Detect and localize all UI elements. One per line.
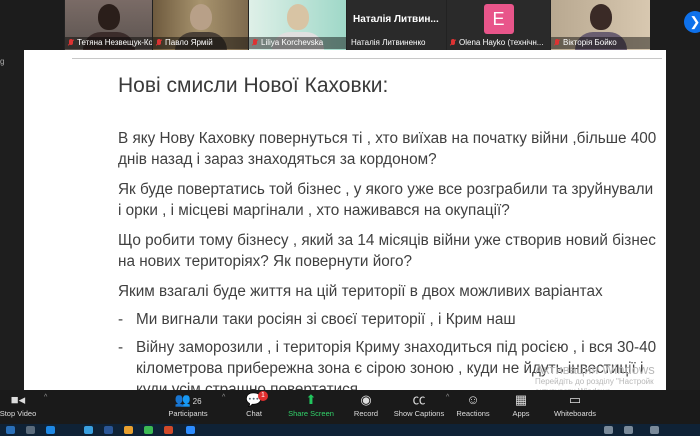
- chat-label: Chat: [246, 409, 262, 418]
- bullet-dash-icon: -: [118, 311, 124, 328]
- meeting-toolbar: ■◂ Stop Video ^ 👥 26 Participants ^ 💬 1 C…: [0, 390, 700, 424]
- participant-tile[interactable]: E Olena Hayko (технічн...: [446, 0, 550, 50]
- slide-bullet: - Ми вигнали таки росіян зі своєї терито…: [118, 309, 658, 330]
- mic-muted-icon: [450, 39, 456, 47]
- stop-video-button[interactable]: ■◂ Stop Video: [0, 392, 50, 419]
- tray-icon[interactable]: [604, 426, 613, 434]
- search-icon[interactable]: [26, 426, 35, 434]
- slide-paragraph: В яку Нову Каховку повернуться ті , хто …: [118, 130, 657, 168]
- person-head: [286, 4, 309, 30]
- tray-icon[interactable]: [624, 426, 633, 434]
- video-camera-icon: ■◂: [10, 392, 26, 407]
- zoom-icon[interactable]: [186, 426, 195, 434]
- participant-name: Вікторія Бойко: [551, 37, 650, 49]
- participants-label: Participants: [168, 409, 208, 418]
- chevron-up-icon[interactable]: ^: [44, 394, 47, 401]
- bullet-text: Ми вигнали таки росіян зі своєї територі…: [136, 311, 516, 328]
- participant-name: Павло Ярмій: [153, 37, 248, 49]
- person-head: [97, 4, 120, 30]
- chat-bubble-icon: 💬: [245, 392, 263, 407]
- watermark-line: Перейдіть до розділу "Настройк: [535, 377, 654, 386]
- whiteboards-button[interactable]: ▭ Whiteboards: [543, 392, 607, 419]
- participant-name: Наталія Литвиненко: [351, 38, 426, 47]
- shared-screen-area: g Нові смисли Нової Каховки: В яку Нову …: [0, 50, 700, 398]
- slide-paragraph: Що робити тому бізнесу , який за 14 міся…: [118, 232, 656, 270]
- avatar: E: [483, 4, 514, 34]
- participants-button[interactable]: 👥 26 Participants: [156, 392, 220, 419]
- app-icon[interactable]: [84, 426, 93, 434]
- slide-paragraph: Як буде повертатись той бізнес , у якого…: [118, 181, 654, 219]
- mic-muted-icon: [68, 39, 74, 47]
- side-mark: g: [0, 57, 5, 66]
- slide-paragraph: Яким взагалі буде життя на цій території…: [118, 283, 603, 300]
- app-icon[interactable]: [164, 426, 173, 434]
- word-icon[interactable]: [104, 426, 113, 434]
- next-page-button[interactable]: ❯: [684, 11, 700, 33]
- participant-name: Liliya Korchevska: [249, 37, 346, 49]
- chrome-icon[interactable]: [144, 426, 153, 434]
- watermark-title: Активация Windows: [535, 362, 655, 377]
- mic-muted-icon: [156, 39, 162, 47]
- whiteboard-icon: ▭: [568, 392, 582, 407]
- slide-divider: [72, 58, 662, 59]
- participant-tile[interactable]: Вікторія Бойко: [550, 0, 650, 50]
- participant-tile[interactable]: Наталія Литвин... Наталія Литвиненко: [346, 0, 446, 50]
- participant-name: Тетяна Незвещук-Ко...: [65, 37, 152, 49]
- mic-muted-icon: [252, 39, 258, 47]
- windows-start-icon[interactable]: [6, 426, 15, 434]
- participant-count: 26: [192, 397, 202, 406]
- person-head: [589, 4, 612, 30]
- participant-strip: Тетяна Незвещук-Ко... Павло Ярмій Liliya…: [0, 0, 700, 50]
- person-head: [189, 4, 212, 30]
- participant-display-name: Наталія Литвин...: [353, 14, 439, 25]
- participant-name: Olena Hayko (технічн...: [459, 38, 544, 47]
- chat-unread-badge: 1: [258, 391, 268, 401]
- edge-browser-icon[interactable]: [46, 426, 55, 434]
- mic-muted-icon: [554, 39, 560, 47]
- participant-tile[interactable]: Liliya Korchevska: [248, 0, 346, 50]
- presentation-slide: Нові смисли Нової Каховки: В яку Нову Ка…: [24, 50, 666, 398]
- participant-tile[interactable]: Павло Ярмій: [152, 0, 248, 50]
- windows-taskbar: [0, 424, 700, 436]
- participant-tile[interactable]: Тетяна Незвещук-Ко...: [64, 0, 152, 50]
- slide-title: Нові смисли Нової Каховки:: [118, 74, 389, 97]
- bullet-dash-icon: -: [118, 339, 124, 356]
- chevron-right-icon: ❯: [689, 14, 700, 29]
- chat-button[interactable]: 💬 1 Chat: [222, 391, 286, 419]
- file-explorer-icon[interactable]: [124, 426, 133, 434]
- whiteboards-label: Whiteboards: [553, 409, 597, 418]
- stop-video-label: Stop Video: [0, 409, 37, 418]
- people-icon: 👥 26: [174, 392, 202, 407]
- tray-icon[interactable]: [650, 426, 659, 434]
